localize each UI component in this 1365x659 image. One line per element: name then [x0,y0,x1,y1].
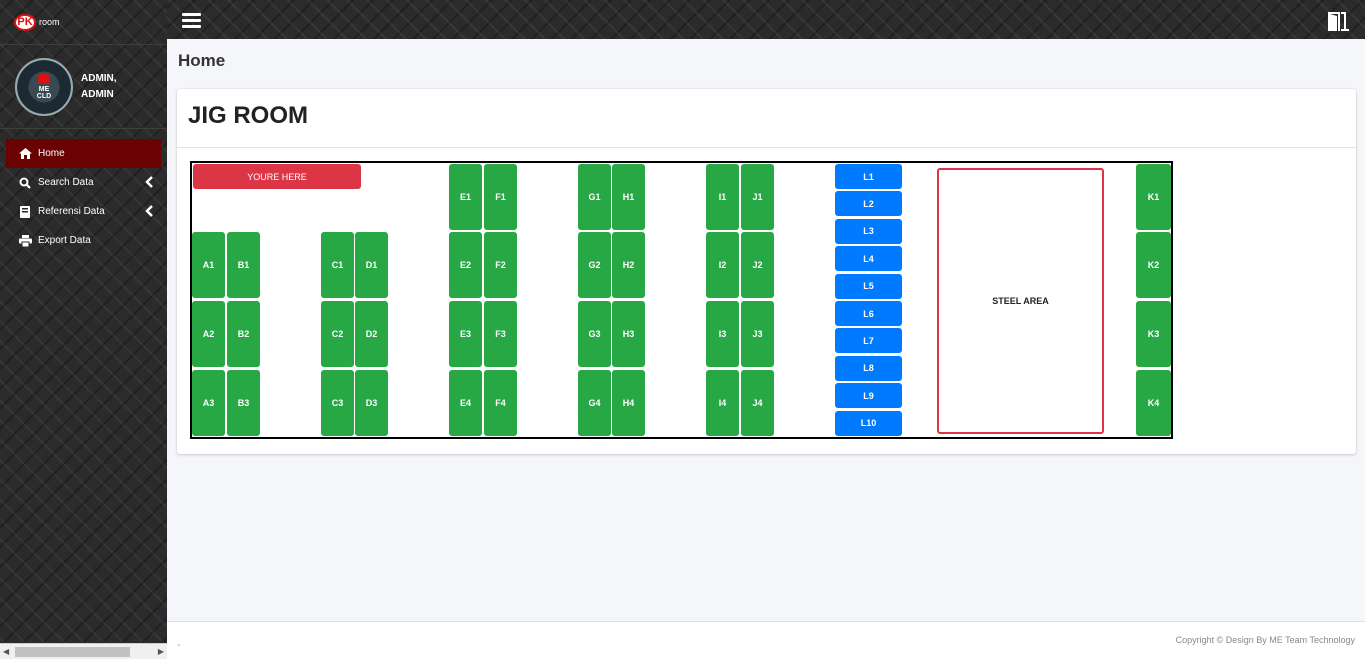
jig-slot-g2[interactable]: G2 [578,232,611,298]
horizontal-scrollbar[interactable]: ◀ ▶ [0,643,167,659]
jig-slot-e2[interactable]: E2 [449,232,482,298]
card-header: JIG ROOM [177,89,1356,148]
brand-text: room [39,17,60,27]
sidebar-item-label: Home [38,148,65,159]
jig-slot-e4[interactable]: E4 [449,370,482,436]
jig-slot-f1[interactable]: F1 [484,164,517,230]
sidebar-item-home[interactable]: Home [6,139,161,168]
jig-slot-f3[interactable]: F3 [484,301,517,367]
jig-slot-k2[interactable]: K2 [1136,232,1171,298]
book-icon [18,205,32,218]
user-name-line1: ADMIN, [81,72,117,84]
jig-slot-e1[interactable]: E1 [449,164,482,230]
jig-slot-l3[interactable]: L3 [835,218,902,244]
scroll-left-icon[interactable]: ◀ [3,647,9,656]
jig-slot-a3[interactable]: A3 [192,370,225,436]
sidebar-item-label: Referensi Data [38,206,105,217]
jig-slot-a1[interactable]: A1 [192,232,225,298]
scrollbar-thumb[interactable] [15,647,130,657]
jig-slot-j2[interactable]: J2 [741,232,774,298]
topbar [167,0,1365,39]
hamburger-menu-icon[interactable] [182,13,201,28]
main-content: Home JIG ROOM YOURE HERE STEEL AREA A1 B1… [167,39,1365,621]
avatar-badge [38,73,50,84]
jig-slot-j3[interactable]: J3 [741,301,774,367]
logout-door-icon[interactable] [1325,10,1351,32]
user-panel: ME CLD ADMIN, ADMIN [0,45,167,129]
scroll-right-icon[interactable]: ▶ [158,647,164,656]
jig-slot-b3[interactable]: B3 [227,370,260,436]
jig-slot-c2[interactable]: C2 [321,301,354,367]
sidebar-item-referensi-data[interactable]: Referensi Data [0,197,167,226]
footer-left: - [177,640,181,651]
jig-slot-l4[interactable]: L4 [835,246,902,272]
search-icon [18,177,32,189]
brand-logo: PK [14,13,36,31]
footer-copyright: Copyright © Design By ME Team Technology [1175,635,1355,645]
jig-slot-l6[interactable]: L6 [835,301,902,326]
jig-slot-d2[interactable]: D2 [355,301,388,367]
sidebar-item-search-data[interactable]: Search Data [0,168,167,197]
jig-slot-i2[interactable]: I2 [706,232,739,298]
jig-slot-h1[interactable]: H1 [612,164,645,230]
jig-slot-c1[interactable]: C1 [321,232,354,298]
jig-slot-c3[interactable]: C3 [321,370,354,436]
jig-slot-b2[interactable]: B2 [227,301,260,367]
card-title: JIG ROOM [188,102,309,129]
jig-slot-f4[interactable]: F4 [484,370,517,436]
page-title: Home [178,51,226,70]
sidebar-menu: Home Search Data Referensi Data Export D… [0,139,167,255]
jig-slot-l10[interactable]: L10 [835,410,902,436]
chevron-left-icon [145,205,153,220]
jig-slot-l9[interactable]: L9 [835,383,902,409]
jig-slot-l5[interactable]: L5 [835,273,902,299]
jig-slot-k4[interactable]: K4 [1136,370,1171,436]
print-icon [18,234,32,247]
jig-slot-l8[interactable]: L8 [835,355,902,381]
jig-slot-i1[interactable]: I1 [706,164,739,230]
sidebar: PK room ME CLD ADMIN, ADMIN Home Search … [0,0,167,659]
sidebar-item-label: Export Data [38,235,91,246]
avatar[interactable]: ME CLD [15,57,73,116]
footer: - Copyright © Design By ME Team Technolo… [167,621,1365,659]
sidebar-item-label: Search Data [38,177,94,188]
user-name-line2: ADMIN [81,88,114,100]
jig-slot-g1[interactable]: G1 [578,164,611,230]
jig-slot-l7[interactable]: L7 [835,328,902,354]
chevron-left-icon [145,176,153,191]
steel-area: STEEL AREA [937,168,1104,434]
jig-slot-j4[interactable]: J4 [741,370,774,436]
jig-slot-d3[interactable]: D3 [355,370,388,436]
jig-slot-l1[interactable]: L1 [835,164,902,189]
jig-slot-g3[interactable]: G3 [578,301,611,367]
jig-slot-a2[interactable]: A2 [192,301,225,367]
home-icon [18,148,32,160]
jig-slot-h2[interactable]: H2 [612,232,645,298]
you-are-here-marker: YOURE HERE [193,164,361,189]
jig-slot-h4[interactable]: H4 [612,370,645,436]
jig-slot-e3[interactable]: E3 [449,301,482,367]
sidebar-item-export-data[interactable]: Export Data [0,226,167,255]
user-name[interactable]: ADMIN, ADMIN [81,71,117,103]
jig-slot-i3[interactable]: I3 [706,301,739,367]
jig-slot-b1[interactable]: B1 [227,232,260,298]
jig-slot-i4[interactable]: I4 [706,370,739,436]
jig-slot-g4[interactable]: G4 [578,370,611,436]
jig-slot-d1[interactable]: D1 [355,232,388,298]
jig-room-card: JIG ROOM YOURE HERE STEEL AREA A1 B1 A2 B2 A… [177,89,1356,454]
jig-slot-l2[interactable]: L2 [835,191,902,217]
avatar-text-2: CLD [36,92,52,100]
jig-slot-h3[interactable]: H3 [612,301,645,367]
jig-room-map: YOURE HERE STEEL AREA A1 B1 A2 B2 A3 B3 C1 D1 C2… [190,161,1173,439]
jig-slot-f2[interactable]: F2 [484,232,517,298]
avatar-text-1: ME [38,85,50,93]
jig-slot-k3[interactable]: K3 [1136,301,1171,367]
jig-slot-j1[interactable]: J1 [741,164,774,230]
jig-slot-k1[interactable]: K1 [1136,164,1171,230]
brand-link[interactable]: PK room [0,0,167,45]
